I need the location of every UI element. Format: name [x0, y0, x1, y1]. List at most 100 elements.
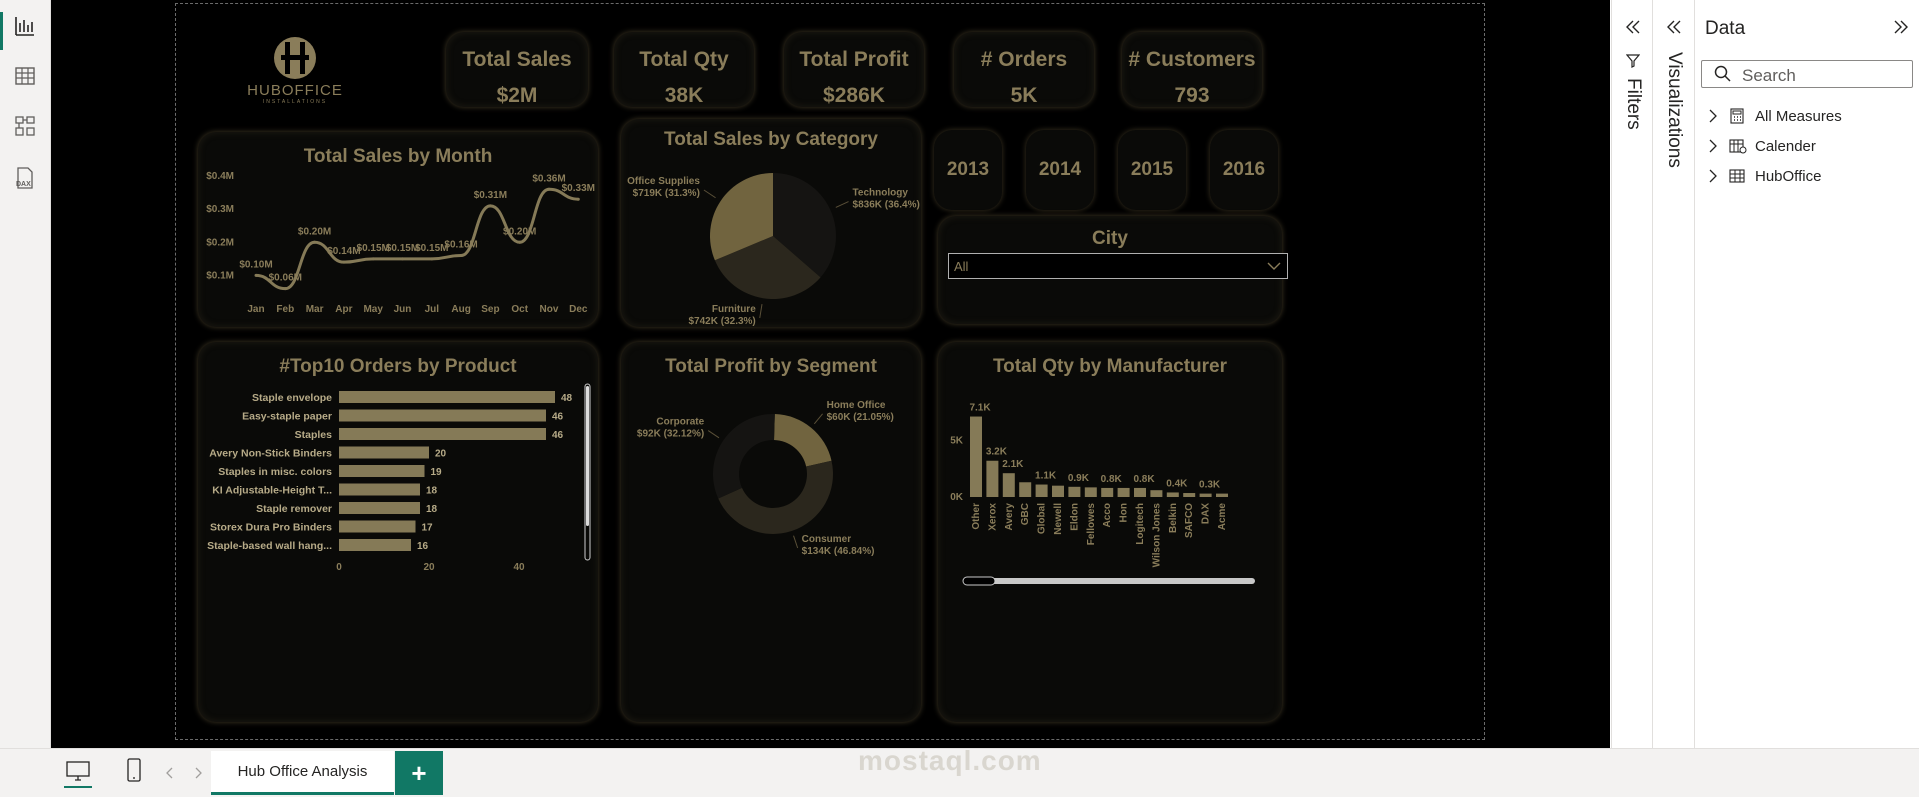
city-slicer: City All: [938, 216, 1288, 324]
kpi-title: Total Profit: [799, 48, 909, 71]
collapse-filters-icon[interactable]: [1625, 20, 1641, 34]
desktop-layout-icon[interactable]: [64, 759, 92, 783]
next-page-icon[interactable]: [193, 767, 203, 779]
bar-value-label: 20: [435, 449, 447, 460]
scrollbar-thumb: [962, 576, 996, 586]
year-slicer-2013[interactable]: 2013: [934, 130, 1002, 210]
bar-value-label: 16: [417, 541, 429, 552]
chevron-right-icon[interactable]: [1707, 138, 1719, 154]
leader-line: [835, 201, 849, 208]
slice-value-label: $134K (46.84%): [802, 546, 875, 557]
chevron-down-icon: [1267, 262, 1281, 270]
sales-by-month-visual[interactable]: Total Sales by Month $0.1M $0.2M $0.3M $0.4…: [198, 132, 598, 327]
kpi-value: 5K: [1010, 84, 1038, 107]
bar: [1216, 493, 1228, 497]
svg-text:DAX: DAX: [16, 181, 31, 188]
top10-orders-visual[interactable]: #Top10 Orders by Product Staple envelope…: [198, 342, 598, 722]
donut-slice: [774, 414, 832, 467]
x-tick-label: Wilson Jones: [1151, 503, 1162, 568]
x-tick-label: Hon: [1119, 503, 1130, 522]
report-view-icon[interactable]: [13, 14, 37, 38]
kpi-total-sales[interactable]: Total Sales $2M: [446, 32, 588, 107]
page-tab-hub-office-analysis[interactable]: Hub Office Analysis: [211, 751, 394, 795]
x-tick-label: Fellowes: [1086, 503, 1097, 546]
bar-category-label: Staple envelope: [252, 392, 332, 404]
model-view-icon[interactable]: [13, 114, 37, 138]
sales-by-category-visual[interactable]: Total Sales by Category Technology $836K …: [621, 119, 921, 327]
bar: [1117, 487, 1130, 497]
leader-line: [707, 430, 720, 439]
slice-value-label: $719K (31.3%): [633, 188, 700, 199]
collapse-data-pane-icon[interactable]: [1893, 20, 1909, 34]
qty-by-manufacturer-visual[interactable]: Total Qty by Manufacturer 0K 5K 7.1K Other 3…: [938, 342, 1282, 722]
bar-category-label: Staple remover: [256, 503, 332, 515]
x-tick-label: Apr: [335, 304, 352, 315]
mobile-layout-icon[interactable]: [125, 758, 143, 784]
expand-visualizations-icon[interactable]: [1666, 20, 1682, 34]
bar-value-label: 0.8K: [1101, 474, 1123, 485]
x-tick-label: May: [363, 304, 383, 315]
bar: [986, 460, 999, 497]
kpi-orders[interactable]: # Orders 5K: [954, 32, 1094, 107]
bar-category-label: Storex Dura Pro Binders: [210, 522, 332, 534]
leader-line: [759, 304, 763, 319]
bar-value-label: 18: [426, 486, 438, 497]
data-point: [430, 257, 434, 261]
chevron-right-icon[interactable]: [1707, 108, 1719, 124]
visualizations-pane[interactable]: Visualizations: [1652, 0, 1695, 748]
chevron-right-icon[interactable]: [1707, 168, 1719, 184]
x-tick-label: 20: [423, 562, 435, 573]
visualizations-pane-label[interactable]: Visualizations: [1663, 52, 1685, 168]
year-slicer-2014[interactable]: 2014: [1026, 130, 1094, 210]
bar-category-label: KI Adjustable-Height T...: [212, 485, 332, 497]
y-tick-label: $0.4M: [206, 171, 234, 182]
kpi-customers[interactable]: # Customers 793: [1122, 32, 1262, 107]
x-tick-label: GBC: [1020, 503, 1031, 525]
filter-icon: [1626, 54, 1640, 68]
data-point: [488, 204, 492, 208]
data-point: [254, 273, 258, 277]
year-slicer-2015[interactable]: 2015: [1118, 130, 1186, 210]
scrollbar-thumb: [586, 386, 589, 526]
x-tick-label: Avery: [1004, 503, 1015, 531]
bar: [1019, 482, 1032, 497]
bar: [339, 502, 420, 514]
add-page-button[interactable]: +: [395, 751, 443, 795]
city-dropdown[interactable]: All: [948, 253, 1288, 279]
slice-category-label: Consumer: [802, 534, 852, 545]
dax-query-view-icon[interactable]: DAX: [13, 166, 37, 190]
x-tick-label: Newell: [1053, 503, 1064, 535]
bar: [1199, 493, 1212, 497]
data-search-input[interactable]: Search: [1701, 60, 1913, 88]
year-slicer-2016[interactable]: 2016: [1210, 130, 1278, 210]
logo-tagline: INSTALLATIONS: [262, 99, 328, 105]
data-item-label: All Measures: [1755, 108, 1842, 125]
x-tick-label: Other: [971, 503, 982, 530]
y-tick-label: $0.2M: [206, 237, 234, 248]
table-view-icon[interactable]: [13, 64, 37, 88]
kpi-total-profit[interactable]: Total Profit $286K: [784, 32, 924, 107]
sales-by-category-chart: Technology$836K (36.4%) Furniture$742K (3…: [627, 173, 920, 327]
x-tick-label: Acco: [1102, 503, 1113, 527]
data-label: $0.16M: [444, 240, 477, 251]
leader-line: [703, 189, 716, 199]
kpi-title: Total Qty: [639, 48, 729, 71]
profit-by-segment-visual[interactable]: Total Profit by Segment Home Office $60K …: [621, 342, 921, 722]
data-item-label: HubOffice: [1755, 168, 1822, 185]
bar: [339, 520, 416, 533]
filters-pane-label[interactable]: Filters: [1622, 78, 1644, 130]
city-slicer-title: City: [1092, 228, 1128, 249]
bar: [339, 465, 425, 477]
calendar-table-icon: [1729, 139, 1747, 154]
bar: [339, 446, 429, 459]
slice-category-label: Home Office: [827, 400, 886, 411]
data-point: [459, 254, 463, 258]
slice-value-label: $92K (32.12%): [637, 429, 704, 440]
y-tick-label: $0.1M: [206, 270, 234, 281]
kpi-total-qty[interactable]: Total Qty 38K: [614, 32, 754, 107]
filters-pane[interactable]: Filters: [1611, 0, 1653, 748]
x-tick-label: DAX: [1201, 503, 1212, 524]
bar: [339, 391, 555, 403]
previous-page-icon[interactable]: [165, 767, 175, 779]
x-tick-label: Global: [1037, 503, 1048, 534]
